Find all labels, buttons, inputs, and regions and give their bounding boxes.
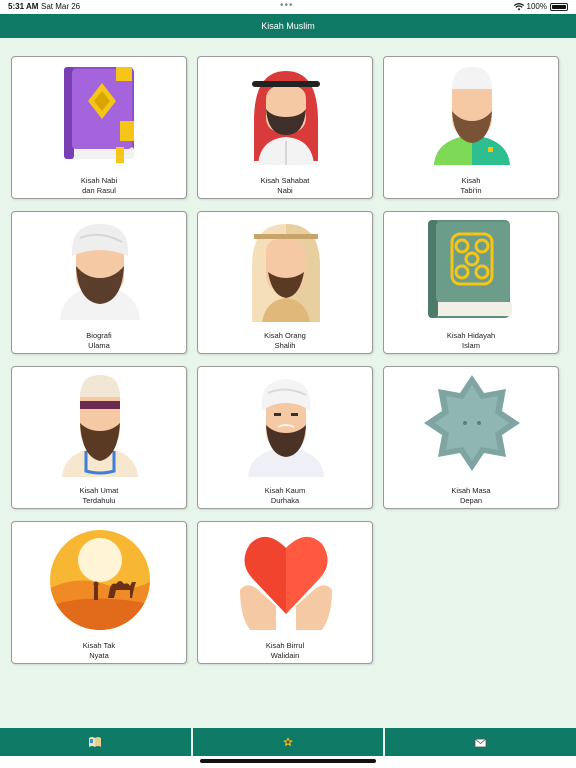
card-label-line1: Kisah Orang	[264, 331, 306, 340]
card-kisah-birrul-walidain[interactable]: Kisah Birrul Walidain	[197, 521, 373, 664]
card-label-line1: Kisah Nabi	[80, 176, 118, 185]
card-label: Kisah Tabi'in	[384, 176, 558, 196]
mail-icon	[474, 738, 487, 747]
card-label-line2: dan Rasul	[82, 186, 116, 195]
octagram-star-icon	[424, 375, 520, 471]
card-label-line2: Ulama	[88, 341, 110, 350]
card-label: Kisah Birrul Walidain	[198, 641, 372, 661]
card-kisah-tak-nyata[interactable]: Kisah Tak Nyata	[11, 521, 187, 664]
muslim-man-kufi-icon	[434, 67, 510, 165]
app-header: Kisah Muslim	[0, 14, 576, 38]
bottom-tab-bar	[0, 728, 576, 756]
card-label: Kisah Nabi dan Rasul	[12, 176, 186, 196]
home-indicator-area	[0, 756, 576, 768]
page-title: Kisah Muslim	[261, 21, 315, 31]
status-time: 5:31 AM	[8, 2, 39, 11]
open-book-icon	[89, 737, 102, 747]
card-label-line2: Durhaka	[270, 496, 300, 505]
card-label-line2: Nabi	[277, 186, 293, 195]
card-label: Kisah Orang Shalih	[198, 331, 372, 351]
card-label: Kisah Hidayah Islam	[384, 331, 558, 351]
card-kisah-masa-depan[interactable]: Kisah Masa Depan	[383, 366, 559, 509]
status-bar: 5:31 AM Sat Mar 26 ••• 100%	[0, 0, 576, 14]
tab-books[interactable]	[0, 728, 193, 756]
card-kisah-kaum-durhaka[interactable]: Kisah Kaum Durhaka	[197, 366, 373, 509]
card-label-line2: Shalih	[274, 341, 296, 350]
card-label: Kisah Umat Terdahulu	[12, 486, 186, 506]
card-label-line2: Nyata	[89, 651, 109, 660]
card-label: Kisah Sahabat Nabi	[198, 176, 372, 196]
card-label-line2: Walidain	[270, 651, 300, 660]
card-kisah-sahabat[interactable]: Kisah Sahabat Nabi	[197, 56, 373, 199]
card-label-line2: Depan	[459, 496, 483, 505]
heart-hands-icon	[240, 536, 332, 630]
scholar-turban-icon	[60, 224, 140, 320]
battery-fill	[552, 4, 566, 9]
status-date: Sat Mar 26	[41, 2, 81, 11]
wifi-icon	[513, 2, 524, 10]
home-indicator[interactable]	[200, 759, 376, 763]
card-label-line1: Kisah Hidayah	[446, 331, 496, 340]
card-kisah-tabiin[interactable]: Kisah Tabi'in	[383, 56, 559, 199]
arab-man-keffiyeh-icon	[252, 71, 320, 165]
card-label-line1: Kisah Sahabat	[260, 176, 310, 185]
card-label-line1: Kisah	[461, 176, 481, 185]
card-kisah-umat-terdahulu[interactable]: Kisah Umat Terdahulu	[11, 366, 187, 509]
card-label-line1: Kisah Kaum	[264, 486, 306, 495]
ornate-book-icon	[428, 220, 512, 318]
multitasking-dots-icon[interactable]: •••	[280, 0, 294, 11]
turban-man-icon	[248, 379, 324, 477]
card-label: Kisah Masa Depan	[384, 486, 558, 506]
card-label-line1: Kisah Birrul	[265, 641, 305, 650]
card-label-line2: Tabi'in	[460, 186, 482, 195]
pious-man-icon	[252, 224, 320, 322]
card-label-line2: Terdahulu	[82, 496, 116, 505]
tab-messages[interactable]	[385, 728, 576, 756]
card-kisah-orang-shalih[interactable]: Kisah Orang Shalih	[197, 211, 373, 354]
battery-icon	[550, 2, 568, 11]
card-kisah-hidayah[interactable]: Kisah Hidayah Islam	[383, 211, 559, 354]
desert-camel-icon	[50, 530, 150, 630]
battery-percent: 100%	[526, 2, 547, 11]
card-kisah-nabi[interactable]: Kisah Nabi dan Rasul	[11, 56, 187, 199]
card-label: Kisah Kaum Durhaka	[198, 486, 372, 506]
card-label: Kisah Tak Nyata	[12, 641, 186, 661]
card-label-line1: Kisah Tak	[82, 641, 116, 650]
status-right: 100%	[513, 2, 568, 11]
card-label-line1: Kisah Masa	[451, 486, 491, 495]
card-label-line1: Biografi	[86, 331, 112, 340]
home-star-icon	[283, 737, 293, 747]
card-label: Biografi Ulama	[12, 331, 186, 351]
tab-home[interactable]	[193, 728, 386, 756]
ancient-man-icon	[62, 375, 138, 477]
quran-book-icon	[64, 67, 134, 163]
card-biografi-ulama[interactable]: Biografi Ulama	[11, 211, 187, 354]
card-label-line2: Islam	[462, 341, 480, 350]
card-label-line1: Kisah Umat	[79, 486, 119, 495]
